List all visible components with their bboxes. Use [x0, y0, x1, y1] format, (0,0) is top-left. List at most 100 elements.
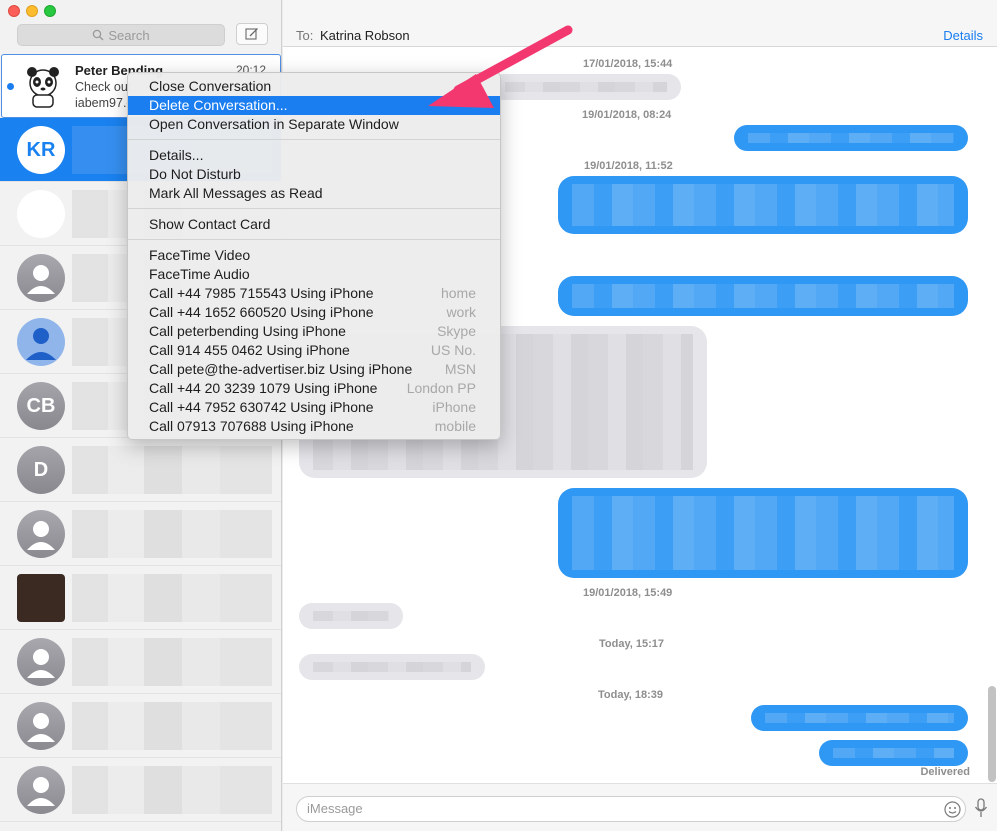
to-label: To: [296, 28, 314, 43]
annotation-arrow-icon [428, 25, 573, 108]
search-placeholder: Search [108, 27, 150, 43]
phone-type-label: mobile [434, 418, 476, 434]
phone-type-label: iPhone [432, 399, 476, 415]
scrollbar[interactable] [988, 686, 996, 782]
message-timestamp: 19/01/2018, 11:52 [584, 160, 673, 172]
avatar [17, 766, 65, 814]
menu-item-show-contact-card[interactable]: Show Contact Card [128, 215, 500, 234]
menu-item-label: Call +44 1652 660520 Using iPhone [149, 304, 374, 320]
blurred-preview [72, 702, 272, 750]
compose-button[interactable] [236, 23, 268, 45]
person-icon [27, 777, 55, 806]
avatar: D [17, 446, 65, 494]
received-message-bubble[interactable] [299, 654, 485, 680]
panda-avatar-icon [27, 67, 59, 108]
message-input-placeholder: iMessage [307, 801, 363, 816]
search-field[interactable]: Search [17, 24, 225, 46]
emoji-icon[interactable] [944, 801, 961, 818]
message-input[interactable]: iMessage [296, 796, 966, 822]
menu-item-call[interactable]: Call 07913 707688 Using iPhone mobile [128, 417, 500, 436]
person-icon [27, 713, 55, 742]
menu-item-call[interactable]: Call +44 7985 715543 Using iPhone home [128, 284, 500, 303]
menu-item-label: Call peterbending Using iPhone [149, 323, 346, 339]
window-controls [8, 5, 56, 17]
message-timestamp: 17/01/2018, 15:44 [583, 58, 673, 70]
menu-item-label: Call +44 7985 715543 Using iPhone [149, 285, 374, 301]
maximize-window-button[interactable] [44, 5, 56, 17]
menu-item-call[interactable]: Call +44 7952 630742 Using iPhone iPhone [128, 398, 500, 417]
person-icon [27, 649, 55, 678]
phone-type-label: work [446, 304, 476, 320]
recipient-name: Katrina Robson [320, 28, 410, 43]
menu-item-details[interactable]: Details... [128, 146, 500, 165]
conversation-item[interactable] [0, 758, 281, 822]
menu-item-mark-all-read[interactable]: Mark All Messages as Read [128, 184, 500, 203]
avatar: KR [17, 126, 65, 174]
menu-item-label: Call +44 7952 630742 Using iPhone [149, 399, 374, 415]
person-icon [26, 328, 56, 360]
conversation-item[interactable] [0, 694, 281, 758]
phone-type-label: home [440, 285, 476, 301]
blurred-preview [72, 510, 272, 558]
compose-bar: iMessage [283, 783, 997, 831]
blurred-preview [72, 766, 272, 814]
menu-item-label: Call pete@the-advertiser.biz Using iPhon… [149, 361, 413, 377]
conversation-preview: iabem97.g [75, 96, 134, 110]
conversation-item[interactable] [0, 502, 281, 566]
person-icon [27, 265, 55, 294]
avatar [17, 510, 65, 558]
menu-item-call[interactable]: Call 914 455 0462 Using iPhone US No. [128, 341, 500, 360]
sent-message-bubble[interactable] [751, 705, 968, 731]
sent-message-bubble[interactable] [558, 176, 968, 234]
conversation-preview: Check out [75, 80, 132, 94]
sent-message-bubble[interactable] [734, 125, 968, 151]
message-timestamp: Today, 15:17 [599, 638, 665, 650]
compose-icon [245, 28, 258, 40]
microphone-icon[interactable] [974, 798, 988, 818]
conversation-item[interactable] [0, 630, 281, 694]
blurred-preview [72, 446, 272, 494]
phone-type-label: Skype [437, 323, 476, 339]
search-icon [93, 29, 104, 41]
blurred-preview [72, 574, 272, 622]
menu-separator [128, 208, 500, 209]
menu-item-label: Call +44 20 3239 1079 Using iPhone [149, 380, 378, 396]
menu-item-call[interactable]: Call +44 20 3239 1079 Using iPhone London… [128, 379, 500, 398]
menu-item-call[interactable]: Call pete@the-advertiser.biz Using iPhon… [128, 360, 500, 379]
menu-item-do-not-disturb[interactable]: Do Not Disturb [128, 165, 500, 184]
avatar [19, 63, 67, 111]
sent-message-bubble[interactable] [558, 276, 968, 316]
avatar [17, 190, 65, 238]
phone-type-label: US No. [430, 342, 476, 358]
menu-item-call[interactable]: Call peterbending Using iPhone Skype [128, 322, 500, 341]
close-window-button[interactable] [8, 5, 20, 17]
menu-item-label: FaceTime Audio [149, 266, 250, 282]
message-timestamp: 19/01/2018, 08:24 [582, 109, 672, 121]
menu-separator [128, 239, 500, 240]
menu-item-label: Call 07913 707688 Using iPhone [149, 418, 354, 434]
minimize-window-button[interactable] [26, 5, 38, 17]
avatar [17, 702, 65, 750]
avatar [17, 254, 65, 302]
received-message-bubble[interactable] [299, 603, 403, 629]
sent-message-bubble[interactable] [558, 488, 968, 578]
message-timestamp: 19/01/2018, 15:49 [583, 587, 673, 599]
conversation-context-menu: Close Conversation Delete Conversation..… [127, 72, 501, 440]
person-icon [27, 521, 55, 550]
menu-item-facetime-video[interactable]: FaceTime Video [128, 246, 500, 265]
menu-separator [128, 139, 500, 140]
message-timestamp: Today, 18:39 [598, 689, 664, 701]
menu-item-facetime-audio[interactable]: FaceTime Audio [128, 265, 500, 284]
avatar [17, 318, 65, 366]
menu-item-call[interactable]: Call +44 1652 660520 Using iPhone work [128, 303, 500, 322]
menu-item-label: Call 914 455 0462 Using iPhone [149, 342, 350, 358]
sent-message-bubble[interactable] [819, 740, 968, 766]
conversation-item[interactable]: D [0, 438, 281, 502]
conversation-item[interactable] [0, 566, 281, 630]
menu-item-label: FaceTime Video [149, 247, 251, 263]
avatar [17, 638, 65, 686]
details-button[interactable]: Details [943, 28, 983, 43]
avatar: CB [17, 382, 65, 430]
delivery-status: Delivered [920, 766, 970, 778]
conversation-header: To: Katrina Robson Details [283, 0, 997, 47]
